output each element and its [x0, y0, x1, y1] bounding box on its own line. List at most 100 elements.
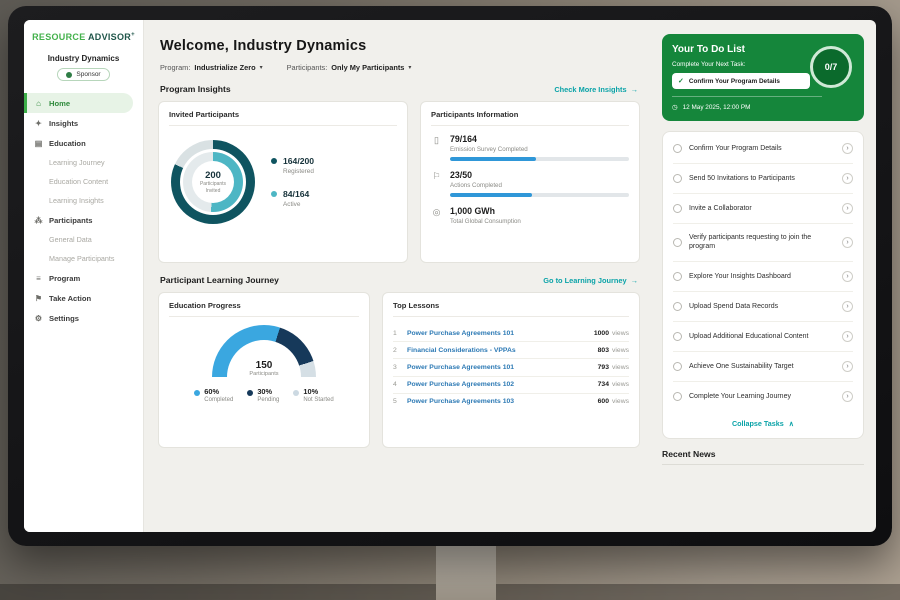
- chevron-right-icon[interactable]: ›: [842, 391, 853, 402]
- donut-center-label: Participants Invited: [195, 181, 231, 194]
- lesson-row: 1 Power Purchase Agreements 101 1000view…: [393, 325, 629, 342]
- actions-flag-icon: ⚐: [431, 171, 442, 197]
- chevron-right-icon[interactable]: ›: [842, 271, 853, 282]
- task-checkbox[interactable]: [673, 332, 682, 341]
- sidebar-item-education-content[interactable]: Education Content: [24, 172, 143, 191]
- dashboard-screen: RESOURCE ADVISOR+ Industry Dynamics Spon…: [24, 20, 876, 532]
- sidebar-item-general-data[interactable]: General Data: [24, 230, 143, 249]
- arrow-right-icon: →: [631, 276, 638, 285]
- task-checkbox[interactable]: [673, 238, 682, 247]
- sidebar-item-learning-journey[interactable]: Learning Journey: [24, 153, 143, 172]
- lesson-link[interactable]: Power Purchase Agreements 102: [407, 381, 592, 388]
- chevron-right-icon[interactable]: ›: [842, 143, 853, 154]
- task-row[interactable]: Complete Your Learning Journey ›: [673, 382, 853, 411]
- brand-logo: RESOURCE ADVISOR+: [24, 32, 143, 42]
- task-row[interactable]: Verify participants requesting to join t…: [673, 224, 853, 262]
- chevron-right-icon[interactable]: ›: [842, 361, 853, 372]
- chevron-right-icon[interactable]: ›: [842, 237, 853, 248]
- photo-background: RESOURCE ADVISOR+ Industry Dynamics Spon…: [0, 0, 900, 600]
- invited-participants-card: Invited Participants 200 Participants In…: [158, 101, 408, 263]
- task-row[interactable]: Upload Additional Educational Content ›: [673, 322, 853, 352]
- chevron-right-icon[interactable]: ›: [842, 173, 853, 184]
- card-title: Invited Participants: [169, 110, 397, 126]
- education-icon: ▤: [34, 139, 43, 148]
- top-lessons-card: Top Lessons 1 Power Purchase Agreements …: [382, 292, 640, 448]
- lesson-link[interactable]: Power Purchase Agreements 103: [407, 398, 592, 405]
- task-checkbox[interactable]: [673, 362, 682, 371]
- sidebar-item-insights[interactable]: ✦Insights: [24, 113, 143, 133]
- chevron-right-icon[interactable]: ›: [842, 203, 853, 214]
- collapse-tasks-link[interactable]: Collapse Tasks ∧: [673, 411, 853, 436]
- participants-icon: ⁂: [34, 216, 43, 225]
- right-panel: 0/7 Your To Do List Complete Your Next T…: [652, 20, 876, 532]
- org-name: Industry Dynamics: [24, 54, 143, 63]
- chevron-right-icon[interactable]: ›: [842, 331, 853, 342]
- task-row[interactable]: Explore Your Insights Dashboard ›: [673, 262, 853, 292]
- task-checkbox[interactable]: [673, 302, 682, 311]
- sidebar-item-label: Program: [49, 274, 80, 283]
- sponsor-icon: [66, 72, 72, 78]
- legend-item-registered: 164/200 Registered: [271, 156, 314, 175]
- sidebar-item-manage-participants[interactable]: Manage Participants: [24, 249, 143, 268]
- sidebar-item-participants[interactable]: ⁂Participants: [24, 210, 143, 230]
- active-dot-icon: [271, 191, 277, 197]
- sponsor-badge[interactable]: Sponsor: [57, 68, 109, 81]
- sidebar-item-program[interactable]: ≡Program: [24, 268, 143, 288]
- task-row[interactable]: Send 50 Invitations to Participants ›: [673, 164, 853, 194]
- next-task-pill[interactable]: ✓ Confirm Your Program Details: [672, 73, 810, 89]
- task-row[interactable]: Invite a Collaborator ›: [673, 194, 853, 224]
- not-started-dot-icon: [293, 390, 299, 396]
- program-label: Program:: [160, 63, 190, 72]
- gauge-center-value: 150: [256, 360, 273, 371]
- check-more-insights-link[interactable]: Check More Insights→: [554, 85, 638, 94]
- divider: [672, 96, 822, 97]
- task-row[interactable]: Achieve One Sustainability Target ›: [673, 352, 853, 382]
- chevron-right-icon[interactable]: ›: [842, 301, 853, 312]
- sidebar-item-settings[interactable]: ⚙Settings: [24, 308, 143, 328]
- clock-icon: ◷: [672, 103, 678, 111]
- task-row[interactable]: Confirm Your Program Details ›: [673, 134, 853, 164]
- page-title: Welcome, Industry Dynamics: [160, 38, 640, 54]
- survey-icon: ▯: [431, 135, 442, 161]
- lesson-link[interactable]: Power Purchase Agreements 101: [407, 364, 592, 371]
- sponsor-label: Sponsor: [76, 71, 100, 78]
- card-title: Top Lessons: [393, 301, 629, 317]
- sidebar-nav: ⌂ Home ✦Insights ▤Education Learning Jour…: [24, 93, 143, 328]
- gauge-center-label: Participants: [249, 371, 278, 377]
- task-checkbox[interactable]: [673, 144, 682, 153]
- recent-news-title: Recent News: [662, 449, 864, 465]
- sidebar-item-label: Take Action: [49, 294, 91, 303]
- education-progress-card: Education Progress 150 Participants 6: [158, 292, 370, 448]
- sidebar-item-take-action[interactable]: ⚑ Take Action: [24, 288, 143, 308]
- lesson-link[interactable]: Power Purchase Agreements 101: [407, 330, 588, 337]
- sidebar-item-education[interactable]: ▤Education: [24, 133, 143, 153]
- logo-advisor: ADVISOR+: [88, 32, 135, 42]
- sidebar-item-learning-insights[interactable]: Learning Insights: [24, 191, 143, 210]
- task-checkbox[interactable]: [673, 272, 682, 281]
- settings-gear-icon: ⚙: [34, 314, 43, 323]
- program-dropdown[interactable]: Program: Industrialize Zero ▾: [160, 63, 263, 72]
- stat-emission-survey: ▯ 79/164 Emission Survey Completed: [431, 134, 629, 161]
- task-checkbox[interactable]: [673, 174, 682, 183]
- task-row[interactable]: Upload Spend Data Records ›: [673, 292, 853, 322]
- sidebar-item-label: Home: [49, 99, 70, 108]
- take-action-icon: ⚑: [34, 294, 43, 303]
- lesson-link[interactable]: Financial Considerations - VPPAs: [407, 347, 592, 354]
- go-to-learning-journey-link[interactable]: Go to Learning Journey→: [543, 276, 638, 285]
- chevron-up-icon: ∧: [789, 419, 794, 428]
- legend-item-pending: 30% Pending: [247, 387, 279, 403]
- filter-bar: Program: Industrialize Zero ▾ Participan…: [160, 63, 640, 72]
- stat-global-consumption: ◎ 1,000 GWh Total Global Consumption: [431, 206, 629, 225]
- chevron-down-icon: ▾: [260, 64, 263, 71]
- participants-dropdown[interactable]: Participants: Only My Participants ▾: [287, 63, 412, 72]
- actions-progress-bar: [450, 193, 629, 197]
- insights-icon: ✦: [34, 119, 43, 128]
- sidebar-item-home[interactable]: ⌂ Home: [24, 93, 133, 113]
- arrow-right-icon: →: [631, 85, 638, 94]
- learning-journey-title: Participant Learning Journey: [160, 275, 279, 285]
- participants-value: Only My Participants: [331, 63, 404, 72]
- task-checkbox[interactable]: [673, 204, 682, 213]
- task-checkbox[interactable]: [673, 392, 682, 401]
- home-icon: ⌂: [34, 99, 43, 108]
- emission-survey-progress-bar: [450, 157, 629, 161]
